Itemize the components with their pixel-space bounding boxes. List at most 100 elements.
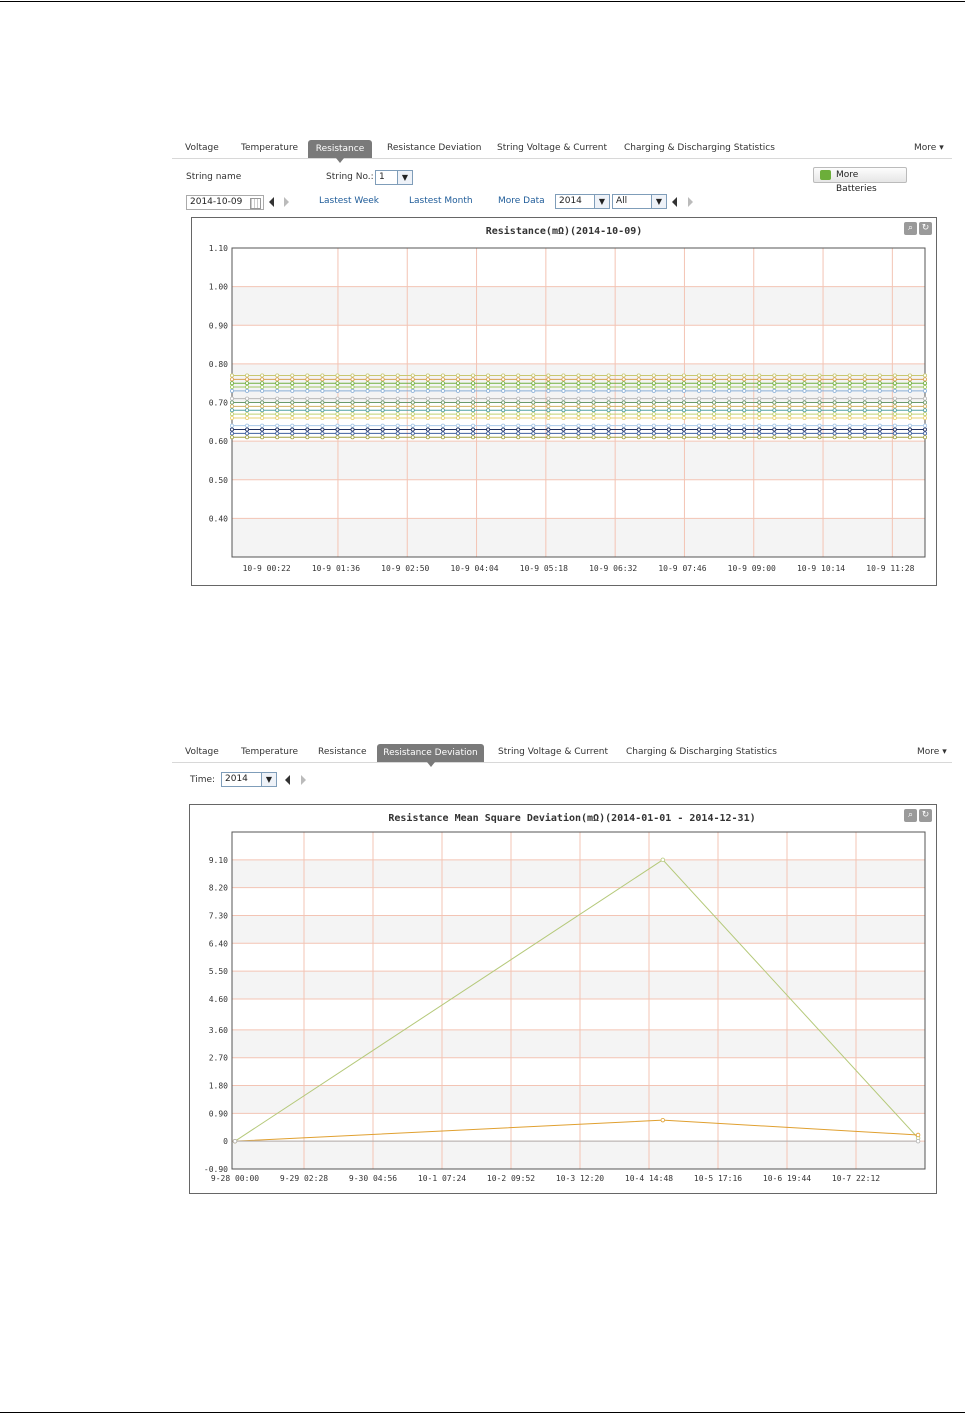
data-point	[907, 404, 912, 409]
data-point	[471, 412, 476, 417]
date-input[interactable]: 2014-10-09	[186, 195, 264, 210]
data-point	[260, 415, 265, 420]
data-point	[320, 381, 325, 386]
data-point	[892, 400, 897, 405]
tab-voltage[interactable]: Voltage	[185, 143, 219, 153]
tab-resistance-deviation[interactable]: Resistance Deviation	[377, 744, 484, 767]
tab-temperature[interactable]: Temperature	[241, 747, 298, 757]
data-point	[681, 385, 686, 390]
more-batteries-button[interactable]: More Batteries	[813, 167, 907, 194]
data-point	[561, 427, 566, 432]
next-arrow-icon[interactable]	[688, 197, 693, 207]
data-point	[757, 373, 762, 378]
data-point	[275, 408, 280, 413]
prev-arrow-icon[interactable]	[285, 775, 290, 785]
year-select[interactable]: 2014 ▼	[221, 772, 277, 787]
tab-charging-discharging[interactable]: Charging & Discharging Statistics	[624, 143, 775, 153]
next-arrow-icon[interactable]	[284, 197, 289, 207]
string-no-select[interactable]: 1 ▼	[375, 170, 413, 185]
link-latest-week[interactable]: Lastest Week	[319, 196, 379, 206]
data-point	[742, 404, 747, 409]
data-point	[230, 435, 235, 440]
tab-string-voltage-current[interactable]: String Voltage & Current	[497, 143, 607, 153]
tab-string-voltage-current[interactable]: String Voltage & Current	[498, 747, 608, 757]
data-point	[772, 385, 777, 390]
tab-resistance-deviation[interactable]: Resistance Deviation	[387, 143, 481, 153]
data-point	[245, 435, 250, 440]
data-point	[365, 415, 370, 420]
date-value: 2014-10-09	[190, 197, 243, 207]
data-point	[606, 373, 611, 378]
refresh-icon[interactable]: ↻	[919, 222, 932, 235]
data-point	[666, 435, 671, 440]
data-point	[636, 412, 641, 417]
data-point	[862, 412, 867, 417]
data-point	[305, 412, 310, 417]
x-tick-label: 10-2 09:52	[487, 1174, 535, 1183]
data-point	[275, 435, 280, 440]
year-select[interactable]: 2014 ▼	[555, 194, 610, 209]
next-arrow-icon[interactable]	[301, 775, 306, 785]
data-point	[892, 381, 897, 386]
data-point	[651, 431, 656, 436]
data-point	[697, 408, 702, 413]
data-point	[606, 412, 611, 417]
range-select[interactable]: All ▼	[612, 194, 667, 209]
data-point	[923, 385, 928, 390]
data-point	[877, 415, 882, 420]
data-point	[636, 373, 641, 378]
tab-temperature[interactable]: Temperature	[241, 143, 298, 153]
data-point	[697, 427, 702, 432]
refresh-icon[interactable]: ↻	[919, 809, 932, 822]
data-point	[817, 388, 822, 393]
y-tick-label: 0.70	[209, 399, 228, 408]
prev-arrow-icon[interactable]	[672, 197, 677, 207]
data-point	[757, 396, 762, 401]
data-point	[350, 400, 355, 405]
data-point	[245, 388, 250, 393]
more-menu[interactable]: More ▾	[917, 747, 947, 757]
data-point	[727, 408, 732, 413]
link-more-data[interactable]: More Data	[498, 196, 545, 206]
prev-arrow-icon[interactable]	[269, 197, 274, 207]
data-point	[727, 404, 732, 409]
zoom-icon[interactable]: ⌕	[904, 222, 917, 235]
data-point	[712, 381, 717, 386]
data-point	[425, 415, 430, 420]
data-point	[471, 415, 476, 420]
data-point	[486, 400, 491, 405]
data-point	[275, 400, 280, 405]
data-point	[335, 412, 340, 417]
data-point	[425, 396, 430, 401]
data-point	[275, 415, 280, 420]
link-latest-month[interactable]: Lastest Month	[409, 196, 473, 206]
data-point	[847, 427, 852, 432]
data-point	[591, 388, 596, 393]
data-point	[440, 415, 445, 420]
data-point	[877, 404, 882, 409]
data-point	[862, 435, 867, 440]
tab-resistance[interactable]: Resistance	[318, 747, 367, 757]
data-point	[531, 404, 536, 409]
data-point	[832, 408, 837, 413]
more-menu[interactable]: More ▾	[914, 143, 944, 153]
tab-voltage[interactable]: Voltage	[185, 747, 219, 757]
data-point	[546, 400, 551, 405]
y-tick-label: 1.10	[209, 244, 228, 253]
data-point	[410, 423, 415, 428]
data-point	[907, 381, 912, 386]
x-tick-label: 10-9 00:22	[243, 564, 291, 573]
calendar-icon[interactable]	[250, 198, 261, 209]
data-point	[802, 415, 807, 420]
data-point	[380, 404, 385, 409]
tab-resistance[interactable]: Resistance	[308, 140, 372, 163]
tab-charging-discharging[interactable]: Charging & Discharging Statistics	[626, 747, 777, 757]
x-tick-label: 9-30 04:56	[349, 1174, 397, 1183]
data-point	[425, 412, 430, 417]
data-point	[817, 408, 822, 413]
data-point	[290, 408, 295, 413]
data-point	[787, 381, 792, 386]
y-tick-label: 2.70	[209, 1054, 228, 1063]
zoom-icon[interactable]: ⌕	[904, 809, 917, 822]
data-point	[531, 412, 536, 417]
